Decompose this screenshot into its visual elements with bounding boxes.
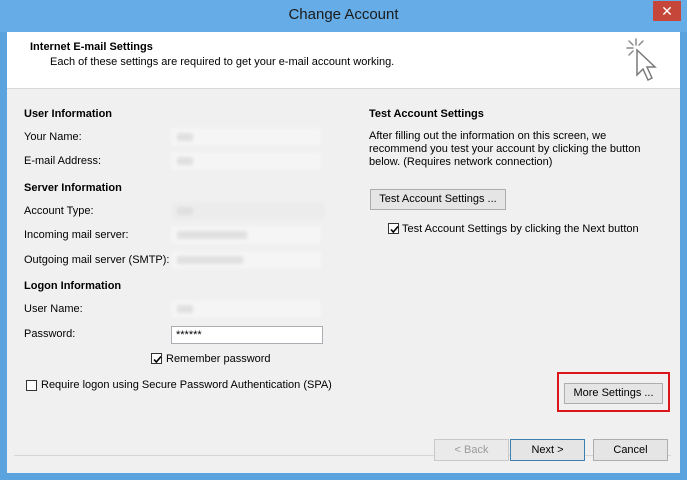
account-type-label: Account Type: [24,205,94,217]
test-description: After filling out the information on thi… [369,130,641,168]
checkmark-icon [390,225,399,234]
account-type-field [171,202,325,220]
header-subtitle: Each of these settings are required to g… [50,56,395,68]
username-label: User Name: [24,303,83,315]
password-field[interactable]: ****** [171,326,323,344]
title-bar: Change Account ✕ [0,0,687,32]
your-name-label: Your Name: [24,131,82,143]
cursor-click-icon [626,38,657,82]
test-account-settings-button[interactable]: Test Account Settings ... [370,189,506,210]
next-button[interactable]: Next > [510,439,585,461]
outgoing-server-label: Outgoing mail server (SMTP): [24,254,170,266]
test-settings-heading: Test Account Settings [369,108,484,120]
email-field[interactable] [171,152,321,170]
cancel-button[interactable]: Cancel [593,439,668,461]
incoming-server-label: Incoming mail server: [24,229,129,241]
spa-checkbox[interactable] [26,380,37,391]
remember-password-checkbox[interactable] [151,353,162,364]
password-label: Password: [24,328,76,340]
dialog-body: Internet E-mail Settings Each of these s… [7,32,680,473]
window-title: Change Account [288,6,399,23]
remember-password-label: Remember password [166,353,271,365]
user-info-heading: User Information [24,108,113,120]
incoming-server-field[interactable] [171,226,321,244]
email-label: E-mail Address: [24,155,102,167]
outgoing-server-field[interactable] [171,251,321,269]
test-on-next-checkbox[interactable] [388,223,399,234]
header-title: Internet E-mail Settings [30,41,153,53]
checkmark-icon [153,355,162,364]
spa-label: Require logon using Secure Password Auth… [41,379,332,391]
username-field[interactable] [171,300,321,318]
dialog-header: Internet E-mail Settings Each of these s… [7,32,680,89]
back-button[interactable]: < Back [434,439,509,461]
more-settings-button[interactable]: More Settings ... [564,383,663,404]
close-button[interactable]: ✕ [653,1,681,21]
server-info-heading: Server Information [24,182,122,194]
your-name-field[interactable] [171,128,321,146]
logon-info-heading: Logon Information [24,280,122,292]
test-on-next-label: Test Account Settings by clicking the Ne… [402,223,639,235]
